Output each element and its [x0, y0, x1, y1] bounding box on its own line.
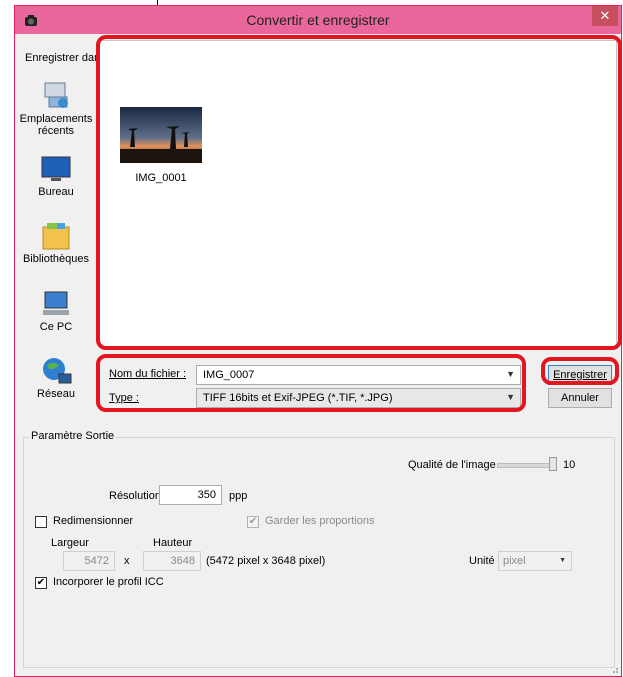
output-settings-label: Paramètre Sortie [29, 430, 117, 442]
dimension-times: x [124, 555, 130, 567]
highlight-save-button [541, 357, 619, 385]
height-input[interactable]: 3648 [143, 551, 201, 571]
place-label-libraries: Bibliothèques [22, 253, 90, 265]
window-title: Convertir et enregistrer [246, 12, 390, 28]
place-label-recent: Emplacements récents [19, 113, 93, 137]
resize-grip-icon[interactable] [609, 664, 619, 674]
quality-label: Qualité de l'image [408, 459, 496, 471]
pixel-info: (5472 pixel x 3648 pixel) [206, 555, 326, 567]
width-input[interactable]: 5472 [63, 551, 115, 571]
place-label-network: Réseau [37, 388, 75, 400]
close-button[interactable]: ✕ [592, 6, 618, 26]
quality-slider-thumb[interactable] [549, 457, 557, 471]
network-icon [43, 358, 72, 384]
quality-slider[interactable] [497, 457, 557, 471]
libraries-icon [42, 223, 70, 250]
this-pc-icon [43, 291, 69, 315]
chevron-down-icon: ▼ [559, 557, 566, 564]
place-this-pc[interactable]: Ce PC [15, 289, 97, 333]
resolution-unit: ppp [229, 490, 248, 502]
place-recent[interactable]: Emplacements récents [15, 81, 97, 137]
place-label-this-pc: Ce PC [39, 321, 73, 333]
unit-value: pixel [503, 555, 526, 567]
keep-ratio-check-mark: ✔ [248, 516, 258, 527]
keep-ratio-checkbox[interactable]: ✔ [247, 516, 259, 528]
recent-places-icon [44, 82, 68, 108]
cancel-button[interactable]: Annuler [548, 388, 612, 408]
desktop-icon [41, 156, 71, 181]
resize-label: Redimensionner [53, 515, 134, 527]
quality-value: 10 [563, 459, 576, 471]
height-label: Hauteur [153, 537, 193, 549]
icc-label: Incorporer le profil ICC [53, 576, 164, 588]
resize-checkbox[interactable] [35, 516, 47, 528]
title-bar: Convertir et enregistrer ✕ [15, 6, 621, 34]
highlight-filename-type [96, 354, 526, 412]
resolution-input[interactable]: 350 [159, 485, 222, 505]
keep-ratio-label: Garder les proportions [265, 515, 375, 527]
place-network[interactable]: Réseau [15, 356, 97, 400]
width-label: Largeur [51, 537, 89, 549]
unit-label: Unité [469, 555, 495, 567]
place-libraries[interactable]: Bibliothèques [15, 221, 97, 265]
resolution-label: Résolution [109, 490, 161, 502]
unit-select[interactable]: pixel ▼ [498, 551, 572, 571]
place-label-desktop: Bureau [38, 186, 74, 198]
place-desktop[interactable]: Bureau [15, 154, 97, 198]
icc-check-mark: ✔ [36, 577, 46, 588]
quality-slider-track [497, 463, 555, 468]
icc-checkbox[interactable]: ✔ [35, 577, 47, 589]
highlight-file-area [96, 35, 622, 350]
